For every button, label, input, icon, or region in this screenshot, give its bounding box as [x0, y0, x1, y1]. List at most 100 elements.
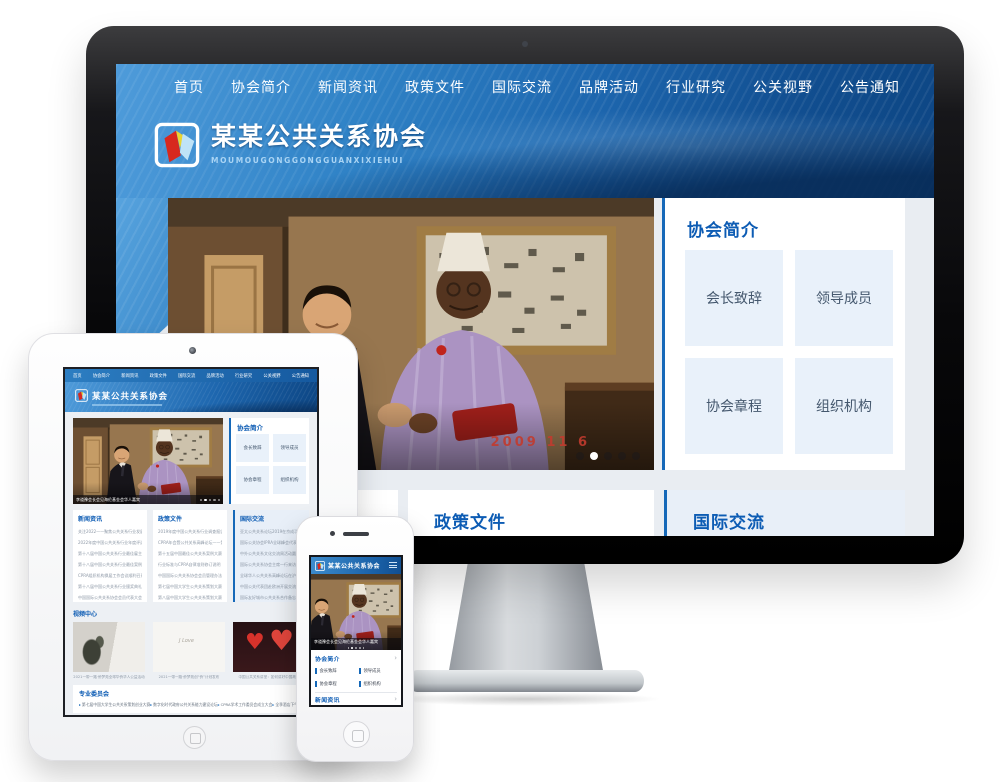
- tablet-committee-panel: 专业委员会 ▸第七届中国大学生公共关系策划创业大赛 ▸数字化时代政府公共关系能力…: [73, 685, 309, 713]
- about-panel: 协会简介 会长致辞 领导成员 协会章程 组织机构: [662, 198, 905, 470]
- site-logo[interactable]: 某某公共关系协会 MOUMOUGONGGONGGUANXIXIEHUI: [154, 122, 427, 168]
- site-header: 首页 协会简介 新闻资讯 政策文件 国际交流 品牌活动 行业研究 公关视野 公告…: [116, 64, 934, 198]
- tablet-screen: 首页 协会简介 新闻资讯 政策文件 国际交流 品牌活动 行业研究 公关视野 公告…: [63, 367, 319, 717]
- tablet-intl-title: 国际交流: [240, 514, 304, 523]
- nav-item-news[interactable]: 新闻资讯: [318, 77, 378, 97]
- policy-panel-title: 政策文件: [408, 490, 654, 533]
- nav-item-about[interactable]: 协会简介: [231, 77, 291, 97]
- chevron-right-icon: ›: [394, 655, 397, 662]
- committee-link[interactable]: ▸CPRA学术工作委员会成立大会: [218, 702, 273, 708]
- policy-panel: 政策文件: [408, 490, 654, 536]
- committee-link[interactable]: ▸数字化时代政府公共关系能力建设论坛: [150, 702, 217, 708]
- video-caption: 2021一带一路·侨梦苑全球华侨华人公益活动: [73, 675, 145, 680]
- phone-camera-icon: [330, 531, 335, 536]
- logo-title: 某某公共关系协会: [211, 122, 427, 152]
- phone-logo-title: 某某公共关系协会: [328, 561, 380, 570]
- tablet-nav: 首页 协会简介 新闻资讯 政策文件 国际交流 品牌活动 行业研究 公关视野 公告…: [65, 369, 317, 382]
- carousel-dot[interactable]: [576, 452, 584, 460]
- video-item[interactable]: J Love 2021一带一路·侨梦苑创“侨”计划发布: [153, 622, 225, 680]
- policy-list-item[interactable]: 2019年度中国公共关系行业调查报告发布: [158, 526, 222, 537]
- nav-item-intl[interactable]: 国际交流: [492, 77, 552, 97]
- tablet-about-link[interactable]: 领导成员: [273, 434, 306, 462]
- tablet-nav-item[interactable]: 品牌活动: [207, 373, 224, 379]
- tablet-nav-item[interactable]: 国际交流: [178, 373, 195, 379]
- intl-list-item[interactable]: 中国公关代表团赴欧洲开展交流访问: [240, 581, 304, 592]
- tablet-site-header: 某某公共关系协会: [65, 382, 317, 412]
- nav-item-research[interactable]: 行业研究: [666, 77, 726, 97]
- tablet-carousel-dots: [200, 499, 221, 502]
- about-link-charter[interactable]: 协会章程: [685, 358, 783, 454]
- intl-list-item[interactable]: 全球华人公共关系高峰论坛在沪举行: [240, 570, 304, 581]
- intl-list-item[interactable]: 国际公共关系协会主席一行来访交流: [240, 559, 304, 570]
- phone-about-link[interactable]: 会长致辞: [315, 665, 359, 677]
- policy-list-item[interactable]: 第十五届中国最佳公共关系案例大赛启动: [158, 548, 222, 559]
- tablet-nav-item[interactable]: 政策文件: [150, 373, 167, 379]
- intl-list-item[interactable]: 国际友好城市公共关系合作备忘录签署: [240, 592, 304, 603]
- news-list-item[interactable]: 2022年度中国公共关系行业年度评选结果: [78, 537, 142, 548]
- news-list-item[interactable]: 第十八届中国公共关系行业最佳案例大奖: [78, 559, 142, 570]
- phone-about-section[interactable]: 协会简介 ›: [315, 653, 397, 664]
- video-item[interactable]: 2021一带一路·侨梦苑全球华侨华人公益活动: [73, 622, 145, 680]
- tablet-nav-item[interactable]: 公告通知: [292, 373, 309, 379]
- chevron-right-icon: ›: [394, 696, 397, 703]
- carousel-dot[interactable]: [604, 452, 612, 460]
- phone-carousel: 李道豫会长会见海伦基金会华人嘉宾: [311, 574, 401, 650]
- intl-list-item[interactable]: 国际公关协会IPRA全球峰会代表团出访: [240, 537, 304, 548]
- nav-item-home[interactable]: 首页: [174, 77, 204, 97]
- tablet-about-link[interactable]: 会长致辞: [236, 434, 269, 462]
- news-list-item[interactable]: 关注2022——聚焦公共关系行业发展变革: [78, 526, 142, 537]
- tablet-logo[interactable]: 某某公共关系协会: [75, 389, 168, 402]
- intl-list-item[interactable]: 亚太公共关系论坛2019在京成功举办: [240, 526, 304, 537]
- carousel-dot[interactable]: [632, 452, 640, 460]
- blue-bar-icon: [315, 681, 317, 687]
- tablet-carousel: 李道豫会长会见海伦基金会华人嘉宾: [73, 418, 223, 504]
- video-thumbnail-hearts: ♥♥: [233, 622, 305, 672]
- nav-item-brand[interactable]: 品牌活动: [579, 77, 639, 97]
- tablet-about-link[interactable]: 组织机构: [273, 466, 306, 494]
- news-list-item[interactable]: 第十八届中国公共关系行业颁奖典礼举行: [78, 581, 142, 592]
- intl-panel: 国际交流: [664, 490, 905, 536]
- phone-home-button[interactable]: [343, 721, 370, 748]
- news-list-item[interactable]: 第十八届中国公共关系行业最佳雇主评选: [78, 548, 142, 559]
- carousel-dot[interactable]: [618, 452, 626, 460]
- intl-list-item[interactable]: 中外公共关系文化交流周活动圆满落幕: [240, 548, 304, 559]
- logo-icon: [154, 122, 200, 168]
- policy-list-item[interactable]: 第八届中国大学生公共关系策划大赛通知: [158, 592, 222, 603]
- blue-bar-icon: [359, 668, 361, 674]
- tablet-nav-item[interactable]: 新闻资讯: [121, 373, 138, 379]
- about-link-leaders[interactable]: 领导成员: [795, 250, 893, 346]
- phone-about-link[interactable]: 协会章程: [315, 678, 359, 690]
- nav-item-notice[interactable]: 公告通知: [840, 77, 900, 97]
- hamburger-menu-icon[interactable]: [389, 562, 397, 570]
- news-list-item[interactable]: 中国国际公共关系协会会员代表大会召开: [78, 592, 142, 603]
- nav-item-policy[interactable]: 政策文件: [405, 77, 465, 97]
- webcam-icon: [522, 41, 528, 47]
- video-item[interactable]: ♥♥ 中国公共关系讲堂：如何讲好中国故事: [233, 622, 305, 680]
- policy-list-item[interactable]: 第七届中国大学生公共关系策划大赛通知: [158, 581, 222, 592]
- committee-link[interactable]: ▸第七届中国大学生公共关系策划创业大赛: [79, 702, 150, 708]
- about-link-org[interactable]: 组织机构: [795, 358, 893, 454]
- responsive-mockup: 首页 协会简介 新闻资讯 政策文件 国际交流 品牌活动 行业研究 公关视野 公告…: [0, 0, 1000, 782]
- tablet-nav-item[interactable]: 协会简介: [93, 373, 110, 379]
- tablet-about-link[interactable]: 协会章程: [236, 466, 269, 494]
- logo-icon: [315, 561, 325, 571]
- policy-list-item[interactable]: 行业标准与CPRA自律准则修订说明: [158, 559, 222, 570]
- about-link-chairman[interactable]: 会长致辞: [685, 250, 783, 346]
- tablet-nav-item[interactable]: 首页: [73, 373, 82, 379]
- phone-about-link[interactable]: 组织机构: [359, 678, 401, 690]
- phone-news-section[interactable]: 新闻资讯 ›: [315, 694, 397, 705]
- carousel-dot-active[interactable]: [590, 452, 598, 460]
- nav-item-vision[interactable]: 公关视野: [753, 77, 813, 97]
- tablet-about-title: 协会简介: [237, 422, 309, 432]
- policy-list-item[interactable]: 中国国际公共关系协会会员管理办法发布: [158, 570, 222, 581]
- tablet-committee-title: 专业委员会: [79, 689, 303, 698]
- news-list-item[interactable]: CPRA组织机构换届工作会议顺利召开: [78, 570, 142, 581]
- tablet-home-button[interactable]: [183, 726, 206, 749]
- bullet-icon: ▸: [218, 702, 220, 707]
- blue-bar-icon: [315, 668, 317, 674]
- policy-list-item[interactable]: CPRA年会暨公共关系高峰论坛——第六届: [158, 537, 222, 548]
- tablet-nav-item[interactable]: 行业研究: [235, 373, 252, 379]
- main-nav: 首页 协会简介 新闻资讯 政策文件 国际交流 品牌活动 行业研究 公关视野 公告…: [174, 74, 900, 100]
- tablet-nav-item[interactable]: 公关视野: [263, 373, 280, 379]
- phone-about-link[interactable]: 领导成员: [359, 665, 401, 677]
